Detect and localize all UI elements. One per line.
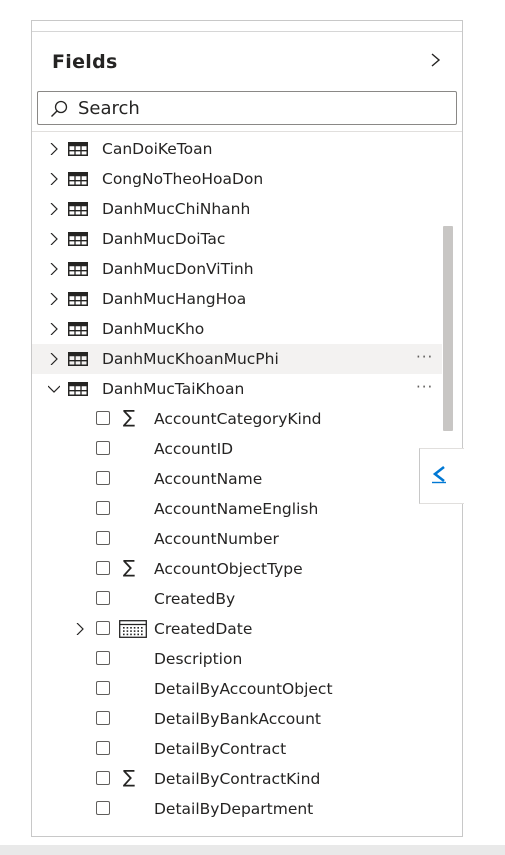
field-name: DetailByContract xyxy=(154,740,287,758)
field-item[interactable]: AccountID xyxy=(32,434,442,464)
table-icon xyxy=(68,232,88,246)
field-name: CreatedDate xyxy=(154,620,253,638)
table-item[interactable]: DanhMucKhoanMucPhi ··· xyxy=(32,344,442,374)
field-item[interactable]: CreatedDate xyxy=(32,614,442,644)
table-icon xyxy=(68,262,88,276)
field-item[interactable]: DetailByDepartment xyxy=(32,794,442,824)
chevron-right-icon[interactable] xyxy=(48,263,60,275)
field-name: CreatedBy xyxy=(154,590,236,608)
field-item[interactable]: ∑ AccountObjectType xyxy=(32,554,442,584)
table-item[interactable]: DanhMucKho xyxy=(32,314,442,344)
sigma-icon: ∑ xyxy=(123,767,136,788)
field-checkbox[interactable] xyxy=(96,621,110,635)
field-name: DetailByBankAccount xyxy=(154,710,321,728)
sigma-icon: ∑ xyxy=(123,557,136,578)
more-options-button[interactable]: ··· xyxy=(416,348,433,366)
table-item[interactable]: DanhMucTaiKhoan ··· xyxy=(32,374,442,404)
calendar-hierarchy-icon xyxy=(119,620,147,638)
table-name: CanDoiKeToan xyxy=(102,140,213,158)
table-item[interactable]: DanhMucDonViTinh xyxy=(32,254,442,284)
table-item[interactable]: CanDoiKeToan xyxy=(32,134,442,164)
field-checkbox[interactable] xyxy=(96,411,110,425)
field-name: Description xyxy=(154,650,243,668)
field-item[interactable]: ∑ AccountCategoryKind xyxy=(32,404,442,434)
field-checkbox[interactable] xyxy=(96,531,110,545)
field-name: DetailByContractKind xyxy=(154,770,321,788)
fields-tree: CanDoiKeToan CongNoTheoHoaDon DanhMucChiNh… xyxy=(32,134,442,824)
scrollbar-thumb[interactable] xyxy=(443,226,453,431)
more-options-button[interactable]: ··· xyxy=(416,378,433,396)
table-item[interactable]: DanhMucChiNhanh xyxy=(32,194,442,224)
field-checkbox[interactable] xyxy=(96,471,110,485)
field-name: AccountObjectType xyxy=(154,560,303,578)
table-name: CongNoTheoHoaDon xyxy=(102,170,264,188)
list-divider xyxy=(32,131,462,132)
field-name: AccountID xyxy=(154,440,234,458)
table-icon xyxy=(68,322,88,336)
field-item[interactable]: AccountNumber xyxy=(32,524,442,554)
chevron-right-icon[interactable] xyxy=(424,49,446,71)
table-name: DanhMucKhoanMucPhi xyxy=(102,350,279,368)
pane-title: Fields xyxy=(52,51,118,73)
search-box[interactable] xyxy=(37,91,457,125)
chevron-right-icon[interactable] xyxy=(74,623,86,635)
field-item[interactable]: DetailByBankAccount xyxy=(32,704,442,734)
sigma-icon: ∑ xyxy=(123,407,136,428)
search-icon xyxy=(51,100,68,117)
field-checkbox[interactable] xyxy=(96,651,110,665)
table-icon xyxy=(68,292,88,306)
field-checkbox[interactable] xyxy=(96,441,110,455)
table-icon xyxy=(68,142,88,156)
field-checkbox[interactable] xyxy=(96,771,110,785)
field-checkbox[interactable] xyxy=(96,501,110,515)
expand-side-tab[interactable] xyxy=(419,448,464,504)
table-icon xyxy=(68,382,88,396)
fields-pane: Fields CanDoiKeToan CongNoTheoHoaDon DanhM… xyxy=(31,20,463,837)
field-checkbox[interactable] xyxy=(96,591,110,605)
chevron-right-icon[interactable] xyxy=(48,323,60,335)
field-item[interactable]: DetailByContract xyxy=(32,734,442,764)
chevron-right-icon[interactable] xyxy=(48,173,60,185)
field-name: AccountCategoryKind xyxy=(154,410,322,428)
field-name: AccountNumber xyxy=(154,530,279,548)
table-name: DanhMucDoiTac xyxy=(102,230,226,248)
field-name: DetailByDepartment xyxy=(154,800,314,818)
table-name: DanhMucDonViTinh xyxy=(102,260,254,278)
search-input[interactable] xyxy=(78,96,448,120)
field-checkbox[interactable] xyxy=(96,741,110,755)
table-icon xyxy=(68,202,88,216)
field-checkbox[interactable] xyxy=(96,801,110,815)
double-chevron-left-icon xyxy=(432,465,446,484)
chevron-right-icon[interactable] xyxy=(48,143,60,155)
chevron-right-icon[interactable] xyxy=(48,203,60,215)
table-name: DanhMucHangHoa xyxy=(102,290,247,308)
field-item[interactable]: ∑ DetailByContractKind xyxy=(32,764,442,794)
table-item[interactable]: CongNoTheoHoaDon xyxy=(32,164,442,194)
table-item[interactable]: DanhMucDoiTac xyxy=(32,224,442,254)
field-checkbox[interactable] xyxy=(96,711,110,725)
field-item[interactable]: CreatedBy xyxy=(32,584,442,614)
bottom-scroll-area xyxy=(0,845,505,855)
field-item[interactable]: DetailByAccountObject xyxy=(32,674,442,704)
field-item[interactable]: Description xyxy=(32,644,442,674)
table-name: DanhMucKho xyxy=(102,320,205,338)
field-checkbox[interactable] xyxy=(96,561,110,575)
field-item[interactable]: AccountNameEnglish xyxy=(32,494,442,524)
table-name: DanhMucChiNhanh xyxy=(102,200,251,218)
field-name: AccountName xyxy=(154,470,263,488)
chevron-down-icon[interactable] xyxy=(48,383,60,395)
table-icon xyxy=(68,172,88,186)
field-name: DetailByAccountObject xyxy=(154,680,333,698)
chevron-right-icon[interactable] xyxy=(48,233,60,245)
chevron-right-icon[interactable] xyxy=(48,293,60,305)
chevron-right-icon[interactable] xyxy=(48,353,60,365)
pane-top-divider xyxy=(32,31,462,32)
table-name: DanhMucTaiKhoan xyxy=(102,380,245,398)
table-icon xyxy=(68,352,88,366)
table-item[interactable]: DanhMucHangHoa xyxy=(32,284,442,314)
field-item[interactable]: AccountName xyxy=(32,464,442,494)
field-name: AccountNameEnglish xyxy=(154,500,319,518)
field-checkbox[interactable] xyxy=(96,681,110,695)
